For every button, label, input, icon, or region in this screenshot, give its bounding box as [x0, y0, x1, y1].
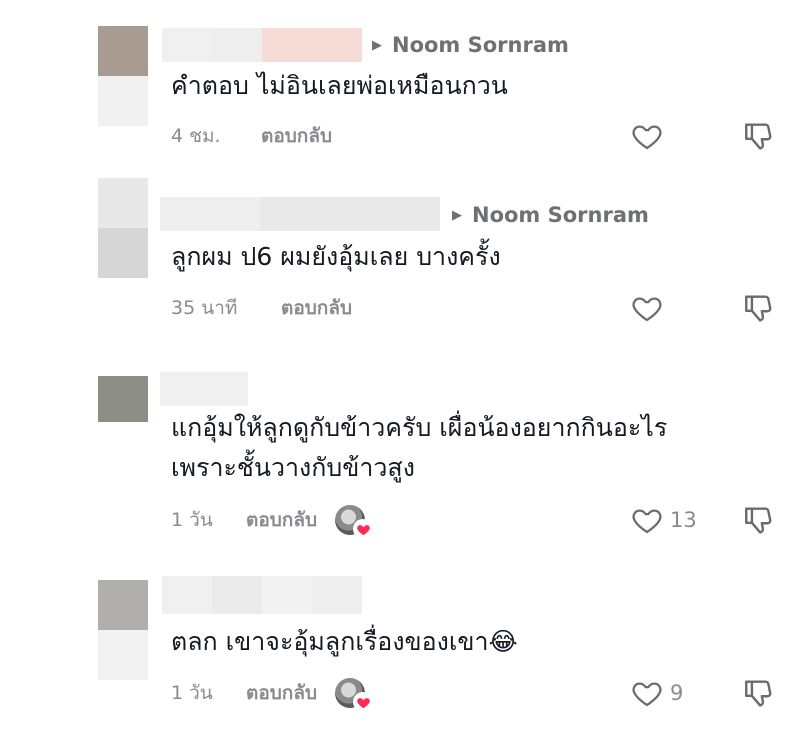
caret-right-icon: ▶: [452, 207, 462, 223]
comment-time: 1 วัน: [171, 682, 213, 704]
reply-button[interactable]: ตอบกลับ: [246, 678, 317, 708]
reply-to-username: Noom Sornram: [472, 203, 649, 227]
like-count: 9: [670, 681, 684, 705]
comment-item: แกอุ้มให้ลูกดูกับข้าวครับ เผื่อน้องอยากก…: [0, 332, 800, 550]
avatar[interactable]: [98, 26, 148, 126]
username-redacted[interactable]: [160, 372, 248, 406]
thumbs-down-icon: [745, 295, 772, 322]
thumbs-down-icon: [745, 123, 772, 150]
reply-to-label[interactable]: ▶ Noom Sornram: [372, 28, 569, 62]
thumbs-down-icon: [745, 507, 772, 534]
dislike-button[interactable]: [742, 119, 776, 153]
avatar[interactable]: [98, 332, 148, 430]
heart-outline-icon: [632, 125, 662, 150]
reply-to-label[interactable]: ▶ Noom Sornram: [452, 198, 649, 232]
comment-meta: 1 วัน ตอบกลับ: [171, 503, 374, 539]
creator-liked-badge: [335, 676, 374, 712]
heart-outline-icon: [632, 682, 662, 707]
heart-filled-icon: [353, 692, 374, 712]
reply-button[interactable]: ตอบกลับ: [246, 505, 317, 535]
like-button[interactable]: 13: [630, 503, 697, 537]
comment-text: แกอุ้มให้ลูกดูกับข้าวครับ เผื่อน้องอยากก…: [171, 413, 668, 482]
like-button[interactable]: [630, 291, 664, 325]
comment-time: 35 นาที: [171, 297, 238, 319]
username-redacted[interactable]: [162, 576, 362, 614]
comment-text: ตลก เขาจะอุ้มลูกเรื่องของเขา😂: [171, 627, 518, 656]
comment-text: ลูกผม ป6 ผมยังอุ้มเลย บางครั้ง: [171, 242, 501, 271]
creator-liked-badge: [335, 503, 374, 539]
comment-item: ตลก เขาจะอุ้มลูกเรื่องของเขา😂 1 วัน ตอบก…: [0, 560, 800, 734]
heart-filled-icon: [353, 519, 374, 539]
comment-time: 4 ชม.: [171, 125, 221, 147]
comment-item: ▶ Noom Sornram คำตอบ ไม่อินเลยพ่อเหมือนก…: [0, 0, 800, 170]
heart-outline-icon: [632, 509, 662, 534]
like-button[interactable]: 9: [630, 676, 683, 710]
dislike-button[interactable]: [742, 503, 776, 537]
comment-meta: 35 นาที ตอบกลับ: [171, 291, 352, 325]
comment-time: 1 วัน: [171, 509, 213, 531]
dislike-button[interactable]: [742, 676, 776, 710]
username-redacted[interactable]: [160, 197, 440, 231]
avatar[interactable]: [98, 580, 148, 680]
reply-button[interactable]: ตอบกลับ: [261, 121, 332, 151]
comment-meta: 4 ชม. ตอบกลับ: [171, 119, 332, 153]
reply-to-username: Noom Sornram: [392, 33, 569, 57]
reply-button[interactable]: ตอบกลับ: [281, 293, 352, 323]
username-redacted[interactable]: [162, 28, 362, 62]
comment-item: ▶ Noom Sornram ลูกผม ป6 ผมยังอุ้มเลย บาง…: [0, 170, 800, 340]
dislike-button[interactable]: [742, 291, 776, 325]
like-count: 13: [670, 508, 697, 532]
caret-right-icon: ▶: [372, 37, 382, 53]
comment-text: คำตอบ ไม่อินเลยพ่อเหมือนกวน: [171, 71, 508, 100]
comment-meta: 1 วัน ตอบกลับ: [171, 676, 374, 712]
like-button[interactable]: [630, 119, 664, 153]
thumbs-down-icon: [745, 680, 772, 707]
heart-outline-icon: [632, 297, 662, 322]
avatar[interactable]: [98, 178, 148, 278]
